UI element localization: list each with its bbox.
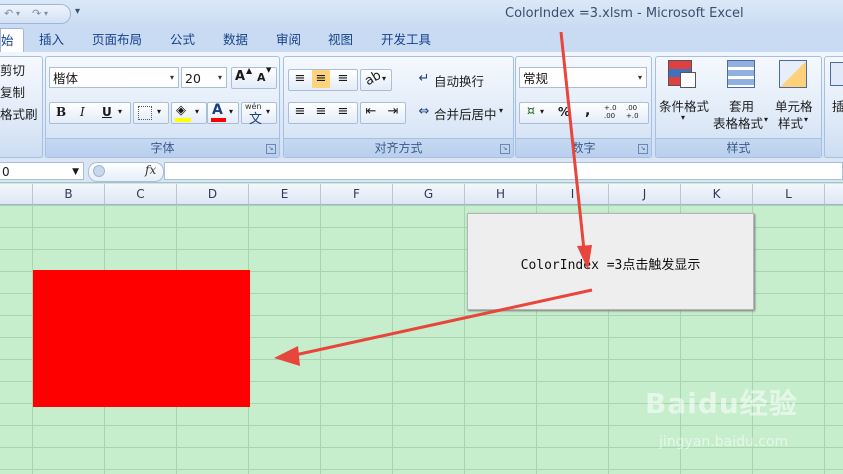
watermark-url: jingyan.baidu.com bbox=[659, 434, 789, 450]
arrowhead-icon bbox=[577, 245, 592, 270]
arrow-to-button bbox=[559, 31, 586, 251]
watermark-brand: Baidu经验 bbox=[645, 387, 798, 420]
arrow-to-shape bbox=[294, 288, 593, 357]
watermark: Baidu经验 jingyan.baidu.com bbox=[645, 382, 835, 462]
arrowhead-icon bbox=[274, 346, 300, 366]
